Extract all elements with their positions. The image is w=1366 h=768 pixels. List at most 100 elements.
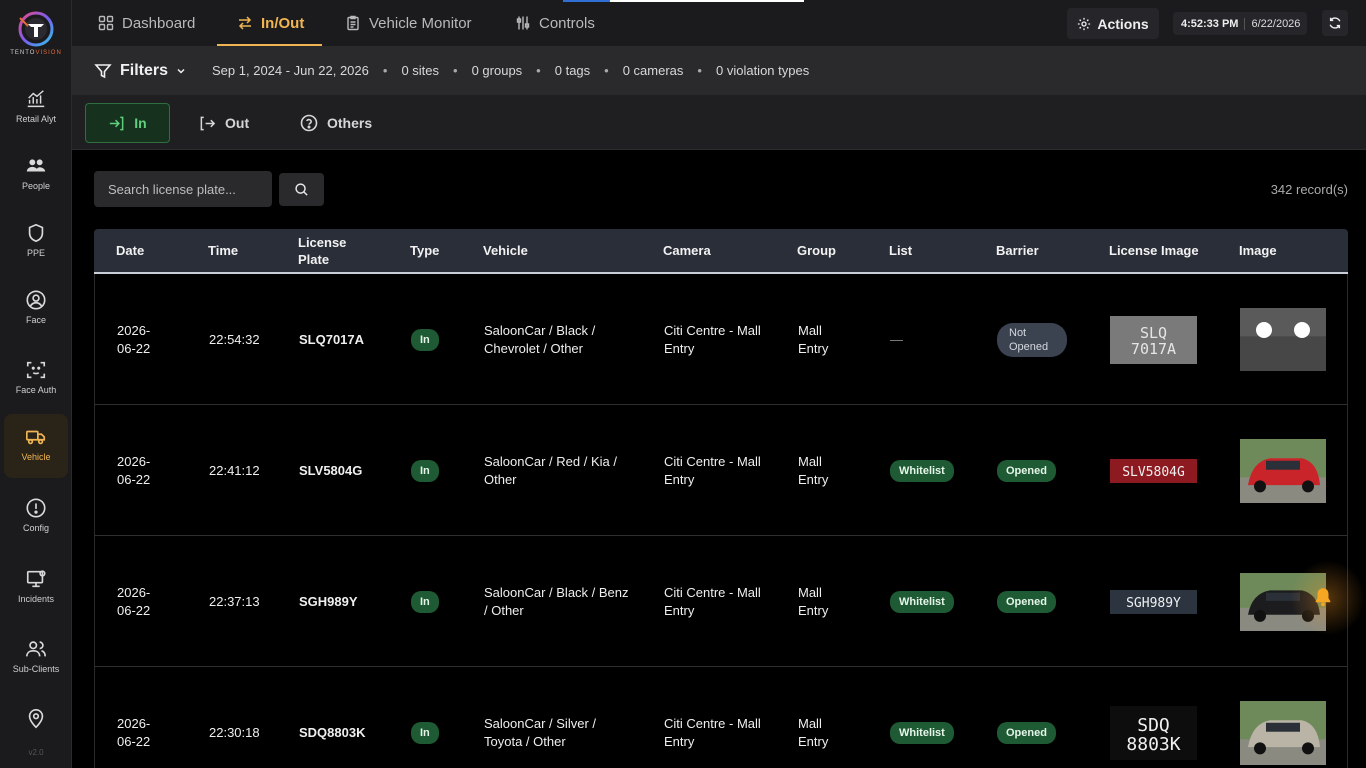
- search-icon: [295, 183, 308, 196]
- vehicle-image[interactable]: [1240, 405, 1326, 536]
- tab-others[interactable]: Others: [300, 103, 372, 143]
- separator-dot: •: [604, 63, 609, 78]
- sidebar-item-sub-clients[interactable]: Sub-Clients: [4, 626, 68, 690]
- notification-bell-icon[interactable]: [1312, 586, 1334, 608]
- sidebar-item-face-auth[interactable]: Face Auth: [4, 347, 68, 411]
- filter-date-range[interactable]: Sep 1, 2024 - Jun 22, 2026: [212, 63, 369, 78]
- vehicle-image[interactable]: [1240, 274, 1326, 405]
- separator-dot: •: [697, 63, 702, 78]
- column-header-camera[interactable]: Camera: [663, 229, 711, 272]
- sidebar-item-retail[interactable]: Retail Alyt: [4, 76, 68, 140]
- column-header-group[interactable]: Group: [797, 229, 836, 272]
- license-image[interactable]: SDQ 8803K: [1110, 667, 1197, 768]
- license-image[interactable]: SGH989Y: [1110, 536, 1197, 667]
- list-badge: Whitelist: [890, 721, 954, 744]
- users-icon: [26, 641, 46, 657]
- tab-out[interactable]: Out: [199, 103, 249, 143]
- refresh-button[interactable]: [1322, 10, 1348, 36]
- filter-groups[interactable]: 0 groups: [472, 63, 523, 78]
- svg-text:8803K: 8803K: [1126, 734, 1180, 755]
- column-header-date[interactable]: Date: [116, 229, 144, 272]
- vehicle-thumbnail: [1240, 308, 1326, 371]
- table-row[interactable]: 2026-06-22 22:37:13 SGH989Y In SaloonCar…: [94, 536, 1348, 667]
- column-header-license-plate[interactable]: License Plate: [298, 229, 358, 272]
- cell-time: 22:30:18: [209, 724, 260, 740]
- license-plate-thumbnail: SLV5804G: [1110, 458, 1197, 483]
- license-image[interactable]: SLQ 7017A: [1110, 274, 1197, 405]
- clipboard-icon: [347, 15, 359, 31]
- sidebar-item-incidents[interactable]: Incidents: [4, 556, 68, 620]
- cell-time: 22:37:13: [209, 593, 260, 609]
- barrier-status-badge: Not Opened: [997, 322, 1067, 357]
- monitor-gear-icon: [26, 570, 46, 588]
- search-button[interactable]: [279, 173, 324, 206]
- column-header-list[interactable]: List: [889, 229, 912, 272]
- truck-icon: [26, 430, 46, 445]
- license-image[interactable]: SLV5804G: [1110, 405, 1197, 536]
- search-input[interactable]: [94, 171, 272, 207]
- cell-date: 2026-06-22: [117, 584, 151, 618]
- brand-name: TENTO: [10, 50, 36, 56]
- top-navigation: Dashboard In/Out Vehicle Monitor Control…: [72, 0, 1366, 46]
- vehicle-thumbnail: [1240, 438, 1326, 503]
- vehicle-table: Date Time License Plate Type Vehicle Cam…: [94, 229, 1348, 768]
- face-icon: [26, 290, 46, 310]
- brand-logo[interactable]: TENTOVISION: [0, 10, 72, 62]
- tab-dashboard[interactable]: Dashboard: [98, 0, 195, 46]
- filter-sites[interactable]: 0 sites: [401, 63, 439, 78]
- svg-text:7017A: 7017A: [1131, 340, 1176, 358]
- tab-vehicle-monitor[interactable]: Vehicle Monitor: [345, 0, 472, 46]
- tab-in[interactable]: In: [85, 103, 170, 143]
- people-icon: [26, 159, 46, 172]
- sidebar-item-label: Incidents: [17, 594, 55, 604]
- help-circle-icon: [300, 114, 318, 132]
- swap-icon: [238, 16, 252, 30]
- cell-camera: Citi Centre - Mall Entry: [664, 584, 761, 618]
- table-row[interactable]: 2026-06-22 22:54:32 SLQ7017A In SaloonCa…: [94, 274, 1348, 405]
- app-root: TENTOVISION Retail Alyt People PPE Face …: [0, 0, 1366, 768]
- cell-license-plate: SGH989Y: [299, 593, 358, 609]
- column-header-barrier[interactable]: Barrier: [996, 229, 1039, 272]
- type-badge: In: [411, 590, 439, 613]
- sidebar-item-vehicle[interactable]: Vehicle: [4, 414, 68, 478]
- tab-in-out[interactable]: In/Out: [216, 0, 323, 46]
- record-count: 342 record(s): [1270, 182, 1348, 197]
- sidebar-item-people[interactable]: People: [4, 143, 68, 207]
- list-badge: Whitelist: [890, 459, 954, 482]
- tab-in-label: In: [134, 115, 147, 131]
- column-header-time[interactable]: Time: [208, 229, 238, 272]
- cell-time: 22:54:32: [209, 331, 260, 347]
- sidebar-item-face[interactable]: Face: [4, 277, 68, 341]
- column-header-type[interactable]: Type: [410, 229, 439, 272]
- vehicle-image[interactable]: [1240, 667, 1326, 768]
- vehicle-thumbnail: [1240, 700, 1326, 765]
- filter-tags[interactable]: 0 tags: [555, 63, 590, 78]
- filters-button[interactable]: Filters: [94, 62, 194, 80]
- filter-cameras[interactable]: 0 cameras: [623, 63, 684, 78]
- filter-violation-types[interactable]: 0 violation types: [716, 63, 809, 78]
- column-header-image[interactable]: Image: [1239, 229, 1277, 272]
- direction-tabs: In Out Others: [72, 95, 1366, 150]
- tab-label: Dashboard: [122, 14, 196, 32]
- cell-date: 2026-06-22: [117, 715, 151, 749]
- shield-icon: [28, 223, 44, 243]
- tab-controls[interactable]: Controls: [515, 0, 595, 46]
- table-row[interactable]: 2026-06-22 22:30:18 SDQ8803K In SaloonCa…: [94, 667, 1348, 768]
- barrier-status-badge: Opened: [997, 590, 1056, 613]
- sidebar-item-label: Retail Alyt: [15, 114, 57, 124]
- filter-icon: [94, 63, 112, 78]
- clock-display: 4:52:33 PM 6/22/2026: [1173, 12, 1307, 35]
- actions-label: Actions: [1097, 15, 1149, 32]
- cell-date: 2026-06-22: [117, 453, 151, 487]
- separator-dot: •: [536, 63, 541, 78]
- sidebar-item-label: PPE: [26, 248, 45, 258]
- table-row[interactable]: 2026-06-22 22:41:12 SLV5804G In SaloonCa…: [94, 405, 1348, 536]
- type-badge: In: [411, 459, 439, 482]
- actions-button[interactable]: Actions: [1067, 8, 1159, 39]
- clock-time: 4:52:33 PM: [1173, 17, 1246, 30]
- sidebar-item-ppe[interactable]: PPE: [4, 210, 68, 274]
- column-header-vehicle[interactable]: Vehicle: [483, 229, 528, 272]
- column-header-license-image[interactable]: License Image: [1109, 229, 1199, 272]
- sidebar-item-config[interactable]: Config: [4, 485, 68, 549]
- controls-icon: [516, 16, 530, 30]
